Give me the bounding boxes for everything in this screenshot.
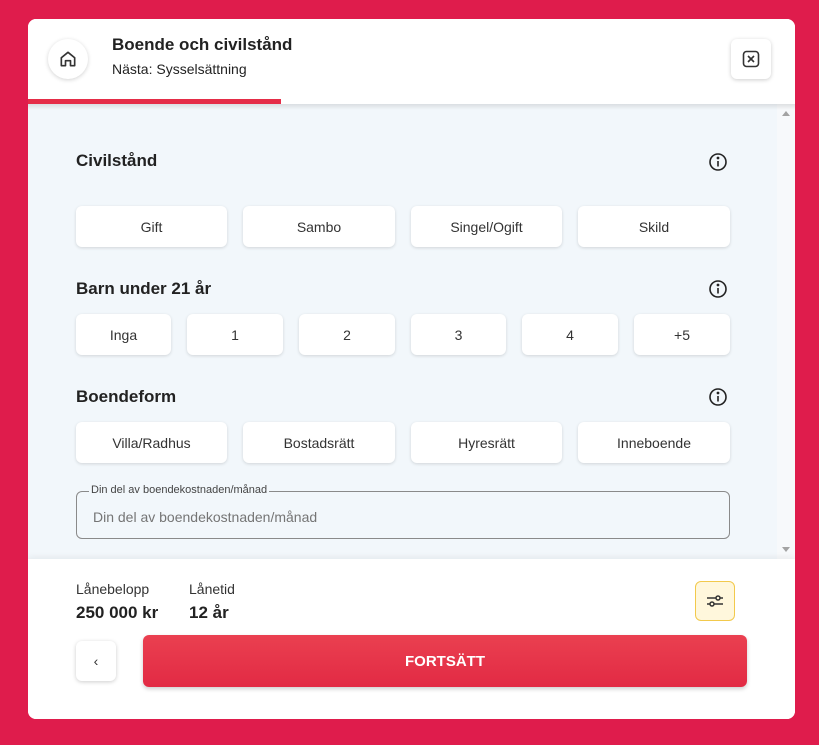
option-bostadsratt[interactable]: Bostadsrätt [243,422,395,463]
option-skild[interactable]: Skild [578,206,730,247]
info-icon[interactable] [708,279,728,299]
scroll-up-arrow-icon[interactable] [782,111,790,116]
next-step-label: Nästa: Sysselsättning [112,61,247,77]
option-barn-2[interactable]: 2 [299,314,395,355]
option-hyresratt[interactable]: Hyresrätt [411,422,562,463]
option-singel-ogift[interactable]: Singel/Ogift [411,206,562,247]
loan-term-label: Lånetid [189,581,235,597]
option-villa-radhus[interactable]: Villa/Radhus [76,422,227,463]
form-scroll-area: Civilstånd Gift Sambo Singel/Ogift Skild… [28,104,777,559]
housing-cost-label: Din del av boendekostnaden/månad [89,484,270,496]
home-button[interactable] [48,39,88,79]
page-title: Boende och civilstånd [112,35,293,54]
header: Boende och civilstånd Nästa: Sysselsättn… [28,19,795,104]
close-button[interactable] [731,39,771,79]
housing-cost-input[interactable] [93,509,713,525]
home-icon [60,51,76,67]
info-icon[interactable] [708,152,728,172]
back-button[interactable]: ‹ [76,641,116,681]
loan-amount-value: 250 000 kr [76,603,159,622]
option-barn-5-plus[interactable]: +5 [634,314,730,355]
loan-term-value: 12 år [189,603,229,622]
close-icon [742,50,760,68]
info-icon[interactable] [708,387,728,407]
scrollbar[interactable] [777,104,795,559]
boendeform-heading: Boendeform [76,387,177,406]
option-barn-4[interactable]: 4 [522,314,618,355]
footer: Lånebelopp 250 000 kr Lånetid 12 år ‹ FO… [28,559,795,719]
housing-cost-field[interactable]: Din del av boendekostnaden/månad [76,484,730,539]
scroll-down-arrow-icon[interactable] [782,547,790,552]
option-gift[interactable]: Gift [76,206,227,247]
option-barn-3[interactable]: 3 [411,314,506,355]
option-barn-inga[interactable]: Inga [76,314,171,355]
continue-button[interactable]: FORTSÄTT [143,635,747,687]
option-barn-1[interactable]: 1 [187,314,283,355]
civilstand-heading: Civilstånd [76,151,158,170]
loan-application-card: Boende och civilstånd Nästa: Sysselsättn… [28,19,795,719]
header-shadow [28,104,795,110]
loan-amount-label: Lånebelopp [76,581,150,597]
chevron-left-icon: ‹ [93,653,99,669]
sliders-icon [707,595,723,607]
option-sambo[interactable]: Sambo [243,206,395,247]
barn-heading: Barn under 21 år [76,279,212,298]
option-inneboende[interactable]: Inneboende [578,422,730,463]
adjust-loan-button[interactable] [695,581,735,621]
